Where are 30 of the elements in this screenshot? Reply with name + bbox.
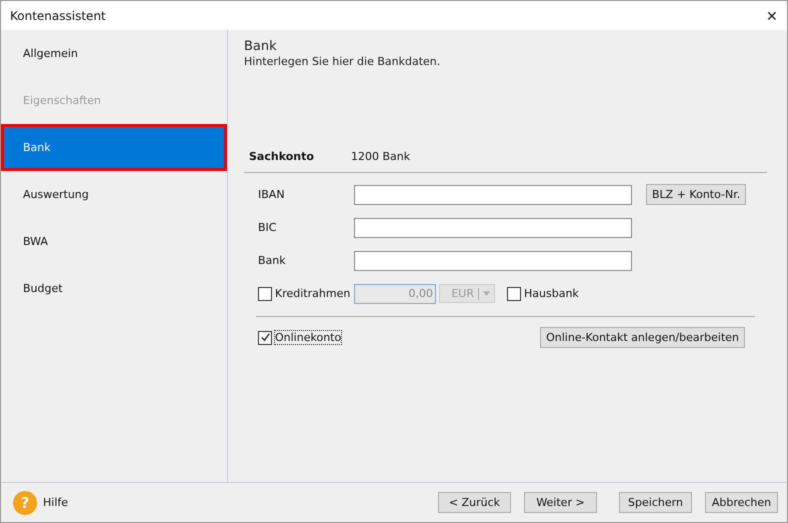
checkbox[interactable]	[507, 286, 521, 300]
blz-button[interactable]: BLZ + Konto-Nr.	[646, 184, 746, 205]
input-field[interactable]	[354, 184, 632, 204]
dropdown-arrow-icon	[483, 291, 490, 296]
help-link[interactable]: Hilfe	[43, 496, 68, 509]
sidebar-item[interactable]: Bank	[1, 124, 227, 171]
field-label: BIC	[258, 221, 278, 234]
sidebar-item[interactable]: Budget	[1, 265, 227, 312]
checkbox-label: Onlinekonto	[275, 331, 342, 344]
field-label: IBAN	[258, 188, 286, 201]
footer-button[interactable]: Abbrechen	[705, 492, 778, 513]
field-label: Bank	[258, 254, 287, 267]
footer-button[interactable]: < Zurück	[438, 492, 511, 513]
account-label: Sachkonto	[249, 150, 315, 163]
input-field[interactable]	[354, 218, 632, 238]
online-contact-button[interactable]: Online-Kontakt anlegen/bearbeiten	[540, 327, 745, 348]
sidebar-item[interactable]: Allgemein	[1, 30, 227, 77]
footer-button[interactable]: Speichern	[619, 492, 692, 513]
window-title: Kontenassistent	[10, 8, 106, 22]
sidebar-item[interactable]: Auswertung	[1, 171, 227, 218]
page-title: Bank	[244, 39, 278, 54]
checkbox[interactable]	[258, 330, 272, 344]
account-value: 1200 Bank	[351, 150, 410, 163]
checkbox-label: Kreditrahmen	[275, 287, 350, 300]
checkbox-label: Hausbank	[524, 287, 579, 300]
page-subtitle: Hinterlegen Sie hier die Bankdaten.	[244, 55, 442, 68]
input-field[interactable]	[354, 250, 632, 270]
footer-button[interactable]: Weiter >	[524, 492, 597, 513]
close-button[interactable]: ✕	[757, 1, 787, 30]
sidebar-item[interactable]: BWA	[1, 218, 227, 265]
